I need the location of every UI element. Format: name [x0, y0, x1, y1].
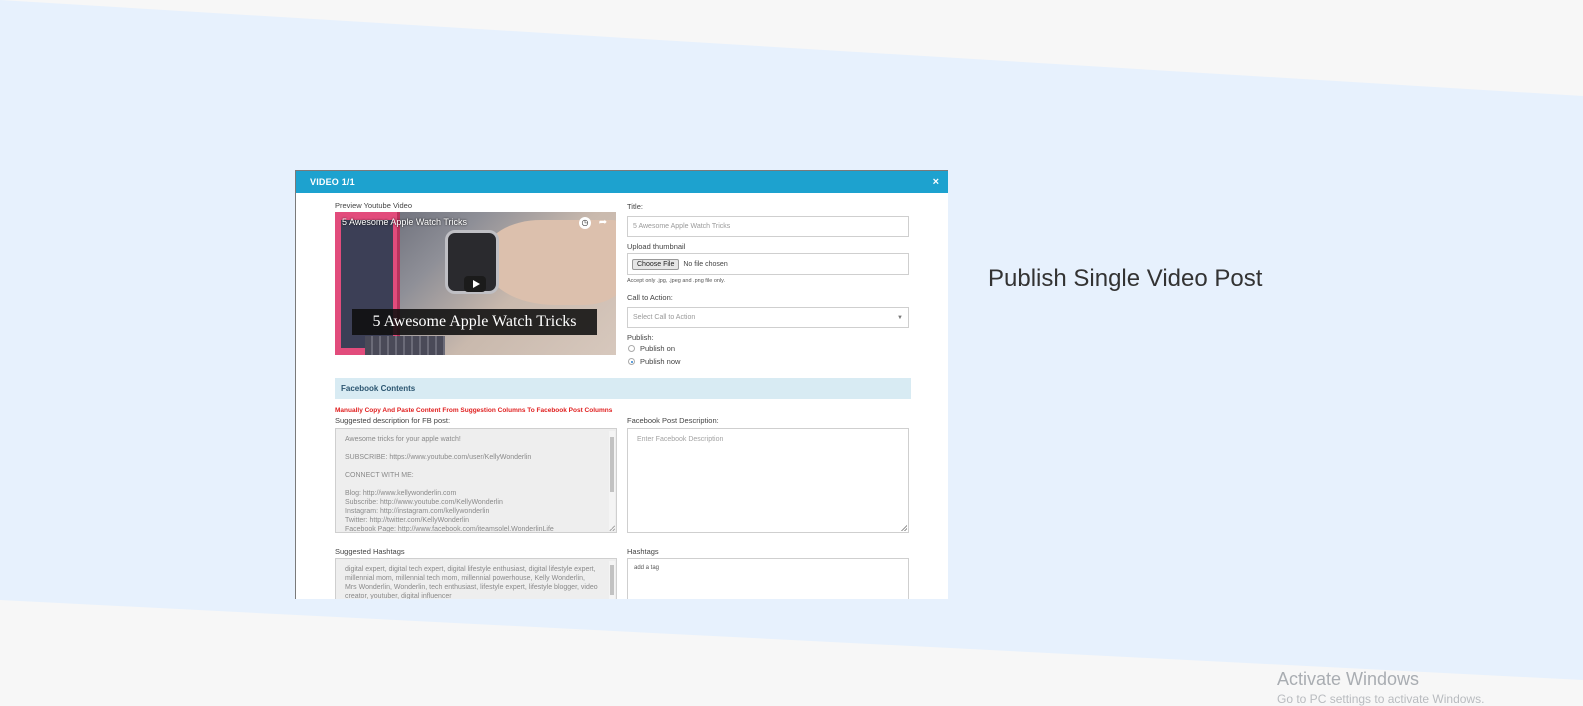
suggested-description-line: Awesome tricks for your apple watch!	[345, 436, 461, 443]
suggested-description-line	[345, 444, 598, 453]
fb-description-label: Facebook Post Description:	[627, 416, 719, 425]
suggested-description-line: Twitter: http://twitter.com/KellyWonderl…	[345, 517, 469, 524]
hand-image	[485, 220, 616, 305]
copy-instructions: Manually Copy And Paste Content From Sug…	[335, 407, 613, 414]
play-button[interactable]	[464, 276, 486, 292]
suggested-hashtags-label: Suggested Hashtags	[335, 547, 405, 556]
cta-placeholder: Select Call to Action	[633, 314, 696, 321]
keyboard-image	[365, 336, 445, 355]
cta-select[interactable]: Select Call to Action ▼	[627, 307, 909, 328]
watch-later-icon[interactable]: ◷	[579, 217, 591, 229]
hashtags-input[interactable]: add a tag	[627, 558, 909, 599]
title-label: Title:	[627, 202, 643, 211]
activate-windows-subtitle: Go to PC settings to activate Windows.	[1277, 692, 1485, 706]
thumbnail-hint: Accept only .jpg, .jpeg and .png file on…	[627, 278, 726, 284]
chevron-down-icon: ▼	[897, 314, 903, 321]
video-title-link[interactable]: 5 Awesome Apple Watch Tricks	[342, 217, 467, 227]
no-file-text: No file chosen	[683, 260, 728, 268]
fb-description-placeholder: Enter Facebook Description	[637, 436, 724, 443]
suggested-hashtags-textarea[interactable]: digital expert, digital tech expert, dig…	[335, 558, 617, 599]
thumbnail-label: Upload thumbnail	[627, 242, 686, 251]
share-icon[interactable]: ➦	[597, 217, 609, 229]
suggested-description-line	[345, 462, 598, 471]
resize-handle[interactable]	[901, 525, 907, 531]
title-input[interactable]: 5 Awesome Apple Watch Tricks	[627, 216, 909, 237]
close-icon[interactable]: ×	[933, 176, 939, 188]
resize-handle[interactable]	[609, 525, 615, 531]
modal-title: VIDEO 1/1	[310, 177, 355, 187]
play-icon	[472, 280, 480, 288]
publish-on-label: Publish on	[640, 344, 676, 353]
suggested-description-line: CONNECT WITH ME:	[345, 472, 414, 479]
suggested-description-line: SUBSCRIBE: https://www.youtube.com/user/…	[345, 454, 532, 461]
suggested-description-line	[345, 480, 598, 489]
hashtags-label: Hashtags	[627, 547, 659, 556]
preview-label: Preview Youtube Video	[335, 201, 413, 210]
description-scrollbar[interactable]	[609, 431, 615, 530]
modal-header: VIDEO 1/1 ×	[296, 171, 948, 193]
suggested-description-line: Facebook Page: http://www.facebook.com/i…	[345, 526, 554, 533]
suggested-description-line: Instagram: http://instagram.com/kellywon…	[345, 508, 490, 515]
suggested-description-line: Blog: http://www.kellywonderlin.com	[345, 490, 457, 497]
video-post-modal: VIDEO 1/1 × Preview Youtube Video 5 Awes…	[295, 170, 948, 599]
publish-on-radio[interactable]	[628, 345, 635, 352]
page-heading: Publish Single Video Post	[988, 265, 1263, 292]
publish-now-label: Publish now	[640, 357, 681, 366]
facebook-contents-header: Facebook Contents	[335, 378, 911, 399]
suggested-hashtags-text: digital expert, digital tech expert, dig…	[345, 566, 598, 599]
hashtags-scrollbar[interactable]	[609, 561, 615, 599]
publish-now-radio[interactable]	[628, 358, 635, 365]
thumbnail-file-input[interactable]: Choose File No file chosen	[627, 253, 909, 275]
publish-label: Publish:	[627, 333, 654, 342]
cta-label: Call to Action:	[627, 293, 673, 302]
suggested-description-line: Subscribe: http://www.youtube.com/KellyW…	[345, 499, 503, 506]
video-caption: 5 Awesome Apple Watch Tricks	[352, 309, 597, 335]
suggested-description-label: Suggested description for FB post:	[335, 416, 451, 425]
fb-description-textarea[interactable]: Enter Facebook Description	[627, 428, 909, 533]
choose-file-button[interactable]: Choose File	[632, 258, 680, 270]
hashtags-placeholder: add a tag	[634, 565, 660, 571]
youtube-video-player[interactable]: 5 Awesome Apple Watch Tricks ◷ ➦ 5 Aweso…	[335, 212, 616, 355]
activate-windows-title: Activate Windows	[1277, 669, 1420, 689]
title-value: 5 Awesome Apple Watch Tricks	[633, 223, 731, 230]
suggested-description-textarea[interactable]: Awesome tricks for your apple watch! SUB…	[335, 428, 617, 533]
